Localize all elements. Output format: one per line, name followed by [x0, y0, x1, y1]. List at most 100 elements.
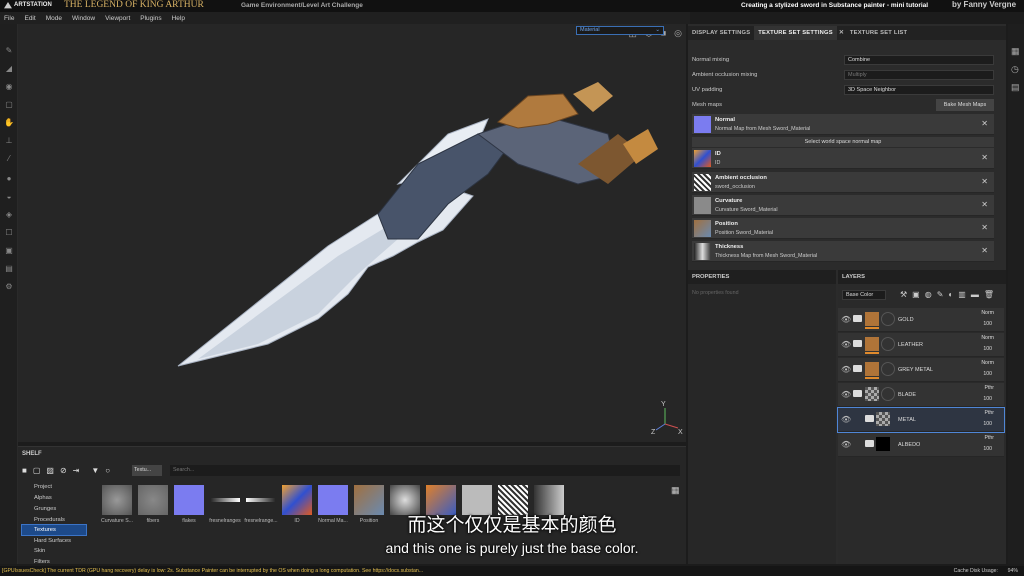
- clone-icon[interactable]: ⊥: [4, 136, 14, 145]
- circle-filter-icon[interactable]: ○: [105, 466, 110, 475]
- menu-window[interactable]: Window: [72, 15, 95, 22]
- mesh-map-normal[interactable]: Normal Normal Map from Mesh Sword_Materi…: [692, 114, 994, 135]
- eraser-icon[interactable]: ◢: [4, 64, 14, 73]
- close-icon[interactable]: ✕: [981, 153, 988, 162]
- menu-help[interactable]: Help: [172, 15, 185, 22]
- mesh-map-curvature[interactable]: Curvature Curvature Sword_Material ✕: [692, 195, 994, 216]
- picker-icon[interactable]: ⁄: [4, 154, 14, 163]
- close-icon[interactable]: ✕: [981, 119, 988, 128]
- filter-tag[interactable]: Textu...: [132, 465, 162, 476]
- layer-opacity[interactable]: 100: [983, 396, 992, 402]
- layer-opacity[interactable]: 100: [983, 346, 992, 352]
- layer-row[interactable]: 👁 ALBEDO Pthr 100: [838, 433, 1004, 457]
- visibility-eye-icon[interactable]: 👁: [841, 415, 851, 424]
- channel-select[interactable]: Base Color: [842, 290, 886, 300]
- layer-row[interactable]: 👁 BLADE Pthr 100: [838, 383, 1004, 407]
- settings-tabs: DISPLAY SETTINGS TEXTURE SET SETTINGS ✕ …: [688, 26, 1006, 40]
- viewport-material-select[interactable]: Material ⌄: [576, 26, 664, 35]
- bake-icon[interactable]: ●: [4, 174, 14, 183]
- visibility-eye-icon[interactable]: 👁: [841, 340, 851, 349]
- photoshop-icon[interactable]: ▣: [4, 246, 14, 255]
- grid-view-icon[interactable]: ▦: [671, 485, 680, 496]
- mesh-map-source: ID: [715, 160, 721, 166]
- close-icon[interactable]: ✕: [981, 177, 988, 186]
- blend-mode[interactable]: Pthr: [984, 410, 994, 416]
- add-mask-icon[interactable]: ▣: [912, 290, 920, 299]
- tab-display-settings[interactable]: DISPLAY SETTINGS: [688, 26, 754, 40]
- blend-mode[interactable]: Norm: [981, 335, 994, 341]
- import-icon[interactable]: ⇥: [73, 466, 80, 475]
- world-space-button-label: Select world space normal map: [804, 139, 882, 145]
- settings-gear-icon[interactable]: ⚙: [4, 282, 14, 291]
- 3d-viewport[interactable]: ◱ ⬡ ■ ◎ Y X Z: [18, 24, 686, 442]
- filter-icon[interactable]: ▼: [91, 466, 99, 475]
- tab-texture-set-settings[interactable]: TEXTURE SET SETTINGS: [754, 26, 837, 40]
- add-folder-icon[interactable]: ▬: [971, 290, 979, 299]
- shelf-category-project[interactable]: Project: [22, 482, 86, 492]
- normal-mixing-select[interactable]: Combine: [844, 55, 994, 65]
- mesh-map-ambient-occlusion[interactable]: Ambient occlusion sword_occlusion ✕: [692, 172, 994, 193]
- polygon-fill-icon[interactable]: ◒: [4, 192, 14, 201]
- geometry-mask-icon[interactable]: ▢: [4, 100, 14, 109]
- add-effect-icon[interactable]: ⚒: [900, 290, 907, 299]
- svg-text:X: X: [678, 429, 683, 436]
- log-icon[interactable]: ▤: [1011, 82, 1020, 93]
- layer-row[interactable]: 👁 GOLD Norm 100: [838, 308, 1004, 332]
- layer-row[interactable]: 👁 GREY METAL Norm 100: [838, 358, 1004, 382]
- add-smart-material-icon[interactable]: ◐: [948, 290, 953, 299]
- layer-opacity[interactable]: 100: [983, 371, 992, 377]
- shelf-category-alphas[interactable]: Alphas: [22, 493, 86, 503]
- select-world-space-normal-button[interactable]: Select world space normal map: [692, 137, 994, 147]
- menu-mode[interactable]: Mode: [46, 15, 62, 22]
- blend-mode[interactable]: Norm: [981, 360, 994, 366]
- uv-padding-select[interactable]: 3D Space Neighbor: [844, 85, 994, 95]
- layer-opacity[interactable]: 100: [983, 446, 992, 452]
- menu-plugins[interactable]: Plugins: [140, 15, 161, 22]
- history-icon[interactable]: ◷: [1011, 64, 1019, 75]
- menu-file[interactable]: File: [4, 15, 14, 22]
- close-icon[interactable]: ✕: [981, 246, 988, 255]
- mesh-map-id[interactable]: ID ID ✕: [692, 148, 994, 169]
- layers-panel-icon[interactable]: ▦: [1011, 46, 1020, 57]
- blend-mode[interactable]: Pthr: [984, 385, 994, 391]
- layer-opacity[interactable]: 100: [983, 321, 992, 327]
- menu-edit[interactable]: Edit: [24, 15, 35, 22]
- folder-icon[interactable]: ■: [22, 466, 27, 475]
- close-icon[interactable]: ✕: [981, 223, 988, 232]
- projection-icon[interactable]: ◉: [4, 82, 14, 91]
- mesh-map-thickness[interactable]: Thickness Thickness Map from Mesh Sword_…: [692, 241, 994, 262]
- new-item-icon[interactable]: ▢: [33, 466, 41, 475]
- shelf-search-input[interactable]: Search...: [170, 465, 680, 476]
- delete-layer-icon[interactable]: 🗑: [984, 290, 994, 299]
- ao-mixing-select[interactable]: Multiply: [844, 70, 994, 80]
- bake-mesh-maps-button[interactable]: Bake Mesh Maps: [936, 99, 994, 111]
- layer-row-selected[interactable]: 👁 METAL Pthr 100: [837, 407, 1005, 433]
- save-icon[interactable]: ▨: [46, 466, 54, 475]
- add-layer-icon[interactable]: ▥: [958, 290, 966, 299]
- layer-opacity[interactable]: 100: [983, 421, 992, 427]
- visibility-eye-icon[interactable]: 👁: [841, 390, 851, 399]
- menu-viewport[interactable]: Viewport: [105, 15, 130, 22]
- hide-icon[interactable]: ⊘: [60, 466, 67, 475]
- visibility-eye-icon[interactable]: 👁: [841, 315, 851, 324]
- paint-brush-icon[interactable]: ✎: [4, 46, 14, 55]
- add-paint-layer-icon[interactable]: ✎: [937, 290, 944, 299]
- shelf-thumb-fresnel-ranges[interactable]: [210, 498, 240, 502]
- export-icon[interactable]: ▤: [4, 264, 14, 273]
- tab-texture-set-list[interactable]: TEXTURE SET LIST: [846, 26, 911, 40]
- visibility-eye-icon[interactable]: 👁: [841, 440, 851, 449]
- material-picker-icon[interactable]: ◈: [4, 210, 14, 219]
- blend-mode[interactable]: Pthr: [984, 435, 994, 441]
- mesh-map-position[interactable]: Position Position Sword_Material ✕: [692, 218, 994, 239]
- title-bar: ARTSTATION THE LEGEND OF KING ARTHUR Gam…: [0, 0, 1024, 12]
- send-to-icon[interactable]: ☐: [4, 228, 14, 237]
- close-icon[interactable]: ✕: [837, 26, 846, 40]
- visibility-eye-icon[interactable]: 👁: [841, 365, 851, 374]
- smudge-icon[interactable]: ✋: [4, 118, 14, 127]
- close-icon[interactable]: ✕: [981, 200, 988, 209]
- layer-row[interactable]: 👁 LEATHER Norm 100: [838, 333, 1004, 357]
- shelf-thumb-fresnel-range[interactable]: [246, 498, 276, 502]
- add-fill-layer-icon[interactable]: ◍: [925, 290, 932, 299]
- mesh-map-source: Position Sword_Material: [715, 230, 774, 236]
- blend-mode[interactable]: Norm: [981, 310, 994, 316]
